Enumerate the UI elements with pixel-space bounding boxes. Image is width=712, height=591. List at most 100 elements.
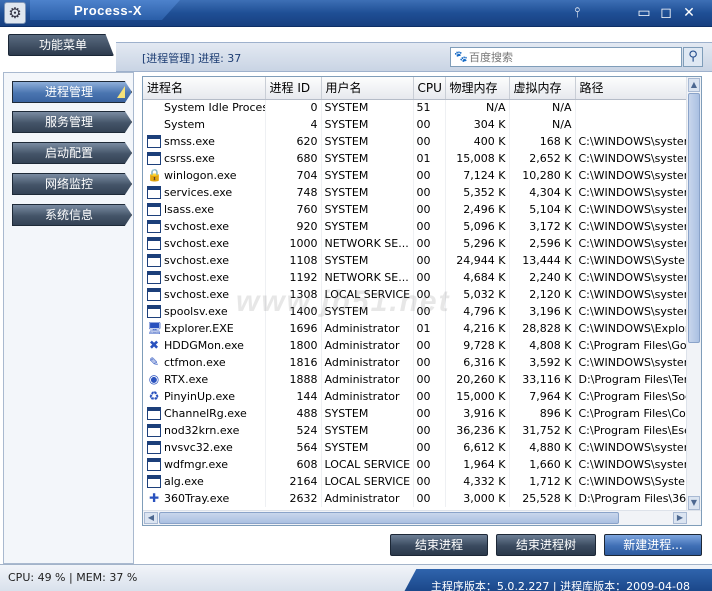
path-cell: C:\Program Files\Sogo	[575, 388, 689, 405]
cpu-cell: 00	[413, 252, 446, 269]
pid-cell: 760	[265, 201, 322, 218]
table-row[interactable]: nvsvc32.exe 564 SYSTEM 00 6,612 K 4,880 K C:\W…	[143, 439, 689, 456]
user-cell: SYSTEM	[321, 116, 414, 133]
process-name-cell: ✚ 360Tray.exe	[143, 490, 266, 507]
physical-mem-cell: 3,000 K	[445, 490, 510, 507]
sidebar-item-network-monitor[interactable]: 网络监控	[12, 173, 132, 195]
tool-icon: ✖	[148, 338, 160, 353]
resource-usage-text: CPU: 49 % | MEM: 37 %	[8, 571, 138, 584]
sidebar-item-label: 启动配置	[45, 146, 94, 160]
user-cell: Administrator	[321, 354, 414, 371]
path-cell: C:\WINDOWS\System	[575, 252, 689, 269]
user-cell: SYSTEM	[321, 252, 414, 269]
table-row[interactable]: smss.exe 620 SYSTEM 00 400 K 168 K C:\WINDOWS\…	[143, 133, 689, 150]
column-header-virtual-mem[interactable]: 虚拟内存	[509, 77, 576, 100]
virtual-mem-cell: 3,592 K	[509, 354, 576, 371]
column-header-user[interactable]: 用户名	[321, 77, 414, 100]
table-row[interactable]: 🖥 Explorer.EXE 1696 Administrator 01 4,216 K2…	[143, 320, 689, 337]
table-row[interactable]: System 4 SYSTEM 00 304 K N/A	[143, 116, 689, 133]
pin-icon[interactable]: ⫯	[567, 4, 587, 22]
search-box[interactable]: 🐾	[450, 47, 682, 67]
path-cell: C:\Program Files\Golc	[575, 337, 689, 354]
process-name-text: svchost.exe	[164, 236, 230, 250]
minimize-button[interactable]: ▭	[634, 4, 654, 22]
sidebar: 进程管理 服务管理 启动配置 网络监控 系统信息	[3, 72, 134, 564]
physical-mem-cell: 20,260 K	[445, 371, 510, 388]
search-button[interactable]: ⚲	[683, 47, 703, 67]
table-row[interactable]: System Idle Process 0 SYSTEM 51 N/A N/A	[143, 99, 689, 116]
scroll-left-icon[interactable]: ◀	[144, 512, 158, 524]
process-name-text: winlogon.exe	[164, 168, 237, 182]
process-name-text: PinyinUp.exe	[164, 389, 236, 403]
table-row[interactable]: svchost.exe 1192 NETWORK SE... 00 4,684 K 2,2…	[143, 269, 689, 286]
cpu-cell: 00	[413, 184, 446, 201]
process-name-text: svchost.exe	[164, 270, 230, 284]
table-row[interactable]: services.exe 748 SYSTEM 00 5,352 K 4,304 K C:\…	[143, 184, 689, 201]
gear-icon[interactable]: ⚙	[4, 2, 26, 24]
column-header-name[interactable]: 进程名	[143, 77, 266, 100]
pid-cell: 704	[265, 167, 322, 184]
table-row[interactable]: ✎ ctfmon.exe 1816 Administrator 00 6,316 K 3,5…	[143, 354, 689, 371]
horizontal-scrollbar[interactable]: ◀ ▶	[143, 510, 701, 525]
cpu-cell: 00	[413, 133, 446, 150]
process-name-cell: svchost.exe	[143, 252, 266, 269]
table-row[interactable]: alg.exe 2164 LOCAL SERVICE 00 4,332 K 1,712 K…	[143, 473, 689, 490]
physical-mem-cell: 6,316 K	[445, 354, 510, 371]
table-row[interactable]: nod32krn.exe 524 SYSTEM 00 36,236 K 31,752 KC…	[143, 422, 689, 439]
table-row[interactable]: svchost.exe 1108 SYSTEM 00 24,944 K 13,444 KC…	[143, 252, 689, 269]
sidebar-item-process-management[interactable]: 进程管理	[12, 81, 132, 103]
table-row[interactable]: ChannelRg.exe 488 SYSTEM 00 3,916 K 896 K C:\P…	[143, 405, 689, 422]
table-row[interactable]: csrss.exe 680 SYSTEM 01 15,008 K 2,652 K C:\WI…	[143, 150, 689, 167]
search-input[interactable]	[469, 49, 679, 65]
sidebar-item-service-management[interactable]: 服务管理	[12, 111, 132, 133]
process-name-text: ctfmon.exe	[164, 355, 226, 369]
user-cell: SYSTEM	[321, 167, 414, 184]
user-cell: SYSTEM	[321, 184, 414, 201]
table-row[interactable]: ✖ HDDGMon.exe 1800 Administrator 00 9,728 K 4,…	[143, 337, 689, 354]
table-row[interactable]: svchost.exe 1000 NETWORK SE... 00 5,296 K 2,5…	[143, 235, 689, 252]
table-row[interactable]: ✚ 360Tray.exe 2632 Administrator 00 3,000 K 25…	[143, 490, 689, 507]
new-process-button[interactable]: 新建进程...	[604, 534, 702, 556]
process-name-cell: ✎ ctfmon.exe	[143, 354, 266, 371]
vertical-scroll-thumb[interactable]	[688, 93, 700, 343]
process-window-icon	[147, 458, 161, 472]
scroll-down-icon[interactable]: ▼	[688, 496, 700, 510]
scroll-right-icon[interactable]: ▶	[673, 512, 687, 524]
scroll-up-icon[interactable]: ▲	[688, 78, 700, 92]
maximize-button[interactable]: ◻	[656, 4, 676, 22]
process-name-text: services.exe	[164, 185, 233, 199]
green-icon: ♻	[148, 389, 160, 404]
column-header-path[interactable]: 路径	[575, 77, 689, 100]
table-row[interactable]: lsass.exe 760 SYSTEM 00 2,496 K 5,104 K C:\WIN…	[143, 201, 689, 218]
virtual-mem-cell: 25,528 K	[509, 490, 576, 507]
table-row[interactable]: ◉ RTX.exe 1888 Administrator 00 20,260 K 33,11…	[143, 371, 689, 388]
pid-cell: 620	[265, 133, 322, 150]
column-header-physical-mem[interactable]: 物理内存	[445, 77, 510, 100]
close-button[interactable]: ✕	[679, 4, 699, 22]
virtual-mem-cell: 2,652 K	[509, 150, 576, 167]
table-row[interactable]: svchost.exe 920 SYSTEM 00 5,096 K 3,172 K C:\W…	[143, 218, 689, 235]
process-name-cell: nod32krn.exe	[143, 422, 266, 439]
process-count-title: [进程管理] 进程: 37	[142, 52, 242, 65]
physical-mem-cell: 1,964 K	[445, 456, 510, 473]
end-process-button[interactable]: 结束进程	[390, 534, 488, 556]
end-process-tree-button[interactable]: 结束进程树	[496, 534, 596, 556]
column-header-cpu[interactable]: CPU	[413, 77, 446, 100]
path-cell	[575, 99, 689, 116]
vertical-scrollbar[interactable]: ▲ ▼	[686, 77, 701, 511]
user-cell: SYSTEM	[321, 201, 414, 218]
table-row[interactable]: ♻ PinyinUp.exe 144 Administrator 00 15,000 K7…	[143, 388, 689, 405]
function-menu-button[interactable]: 功能菜单	[8, 34, 114, 56]
virtual-mem-cell: 896 K	[509, 405, 576, 422]
sidebar-item-startup-config[interactable]: 启动配置	[12, 142, 132, 164]
pid-cell: 1192	[265, 269, 322, 286]
table-row[interactable]: wdfmgr.exe 608 LOCAL SERVICE 00 1,964 K 1,660…	[143, 456, 689, 473]
sidebar-item-system-info[interactable]: 系统信息	[12, 204, 132, 226]
user-cell: Administrator	[321, 388, 414, 405]
physical-mem-cell: 5,096 K	[445, 218, 510, 235]
horizontal-scroll-thumb[interactable]	[159, 512, 619, 524]
column-header-pid[interactable]: 进程 ID	[265, 77, 322, 100]
physical-mem-cell: 3,916 K	[445, 405, 510, 422]
physical-mem-cell: N/A	[445, 99, 510, 116]
table-row[interactable]: 🔒 winlogon.exe 704 SYSTEM 00 7,124 K 10,280 KC…	[143, 167, 689, 184]
